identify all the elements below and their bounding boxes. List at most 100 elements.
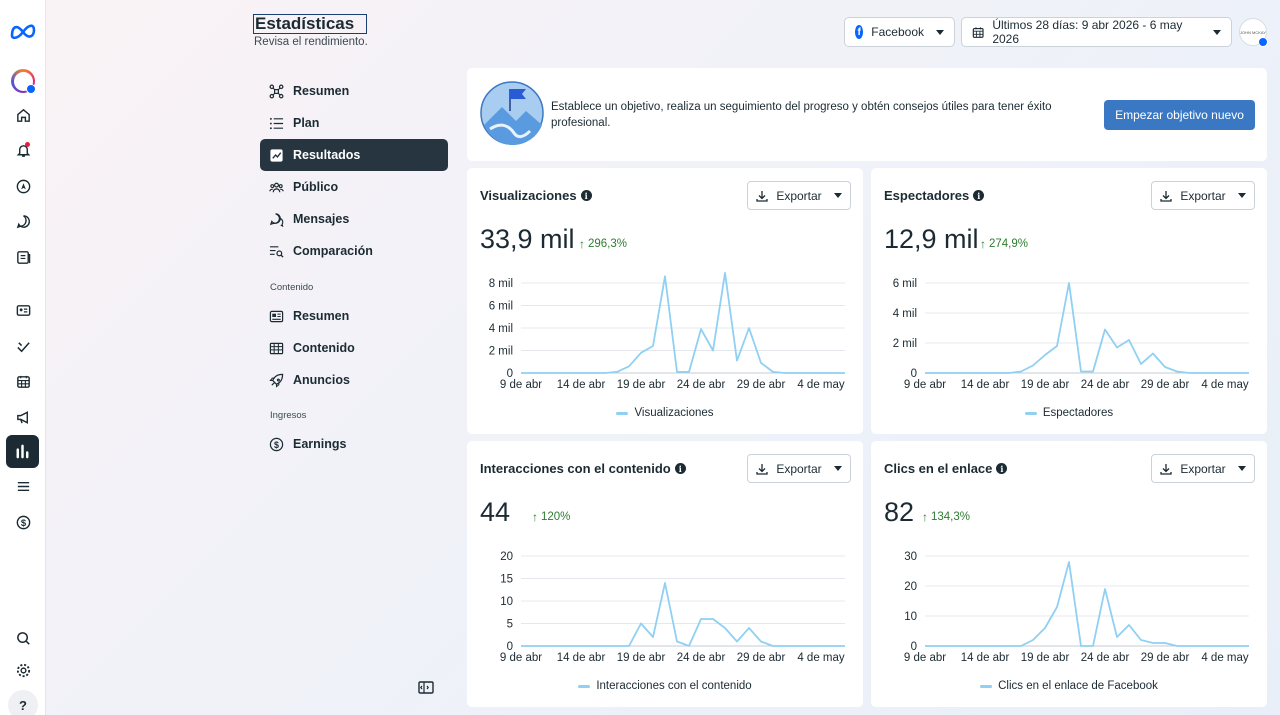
x-tick-label: 19 de abr [617,379,666,391]
bell-icon[interactable] [8,135,38,165]
subnav-item-contenido[interactable]: Contenido [260,332,448,364]
metric-title-text: Visualizaciones [480,188,577,203]
arrow-up-icon: ↑ [532,510,538,524]
series-line[interactable] [925,561,1249,647]
x-tick-label: 24 de abr [677,652,726,664]
chart-legend: Interacciones con el contenido [467,680,863,692]
y-tick-label: 30 [904,551,917,563]
svg-text:$: $ [274,439,279,449]
subnav-label: Resumen [293,309,350,323]
subnav-item-earnings[interactable]: $ Earnings [260,428,448,460]
pages-icon[interactable] [8,242,38,272]
subnav-item-resultados[interactable]: Resultados [260,139,448,171]
platform-selector[interactable]: f Facebook [844,17,955,47]
subnav-label: Comparación [293,244,373,258]
insights-icon[interactable] [6,435,39,468]
metric-value: 33,9 mil [480,224,575,254]
x-tick-label: 9 de abr [500,379,542,391]
info-icon[interactable]: i [973,190,985,201]
download-icon [756,463,768,475]
contacts-icon[interactable] [8,295,38,325]
y-tick-label: 20 [500,551,513,563]
calendar-icon[interactable] [8,366,38,396]
series-line[interactable] [925,282,1249,374]
subnav-item-anuncios[interactable]: Anuncios [260,364,448,396]
x-tick-label: 29 de abr [1141,379,1190,391]
planner-icon[interactable] [8,331,38,361]
subnav-item-contenido-resumen[interactable]: Resumen [260,300,448,332]
export-button[interactable]: Exportar [747,181,851,210]
line-chart: 02 mil4 mil6 mil8 mil9 de abr 14 de abr 19… [489,272,845,391]
x-tick-label: 19 de abr [617,652,666,664]
page-title: Estadísticas [253,14,367,34]
calendar-icon [972,26,984,38]
subnav-item-mensajes[interactable]: Mensajes [260,203,448,235]
collapse-sidebar-icon[interactable] [418,681,434,694]
profile-icon[interactable] [11,69,36,94]
y-tick-label: 10 [904,611,917,623]
subnav-item-resumen[interactable]: Resumen [260,75,448,107]
chevron-down-icon [833,193,842,198]
export-button[interactable]: Exportar [1151,181,1255,210]
export-button[interactable]: Exportar [1151,454,1255,483]
y-tick-label: 5 [507,619,513,631]
info-icon[interactable]: i [580,190,592,201]
series-line[interactable] [521,582,845,647]
chat-icon[interactable] [8,206,38,236]
legend-label: Espectadores [1042,407,1114,419]
legend-label: Clics en el enlace de Facebook [998,680,1158,692]
facebook-badge-icon [1258,37,1268,47]
people-icon [269,182,284,192]
line-chart: 051015209 de abr 14 de abr 19 de abr 24 de … [500,551,845,664]
legend-swatch [980,684,993,688]
subnav-item-comparacion[interactable]: Comparación [260,235,448,267]
y-tick-label: 20 [904,581,917,593]
chart-legend: Espectadores [871,407,1267,419]
search-icon[interactable] [8,623,38,653]
metric-title: Espectadores i [884,188,985,203]
trend-icon [270,148,283,162]
subnav-item-plan[interactable]: Plan [260,107,448,139]
info-icon[interactable]: i [674,463,686,474]
metric-change-value: 274,9% [989,238,1029,250]
metric-card-views: Visualizaciones i Exportar 33,9 mil ↑ 29… [467,168,863,434]
subnav-item-publico[interactable]: Público [260,171,448,203]
subnav-label: Resultados [293,148,361,162]
home-icon[interactable] [8,100,38,130]
x-tick-label: 14 de abr [961,652,1010,664]
export-button[interactable]: Exportar [747,454,851,483]
info-icon[interactable]: i [996,463,1008,474]
subnav-label: Anuncios [293,373,350,387]
news-icon [269,310,284,322]
metric-title-text: Espectadores [884,188,970,203]
start-goal-button[interactable]: Empezar objetivo nuevo [1104,100,1255,130]
download-icon [756,190,768,202]
download-icon [1160,190,1172,202]
menu-icon[interactable] [8,471,38,501]
avatar[interactable]: JOHN MCKAY [1239,18,1268,47]
x-tick-label: 29 de abr [737,379,786,391]
metric-value: 44 [480,497,511,527]
help-icon[interactable]: ? [8,690,38,715]
date-range-selector[interactable]: Últimos 28 días: 9 abr 2026 - 6 may 2026 [961,17,1232,47]
metric-title: Interacciones con el contenido i [480,461,686,476]
facebook-icon: f [855,25,864,39]
metric-change: ↑ 274,9% [980,237,1028,251]
x-tick-label: 4 de may [1201,379,1249,391]
gear-icon[interactable] [8,655,38,685]
x-tick-label: 9 de abr [904,652,946,664]
subnav-label: Mensajes [293,212,350,226]
megaphone-icon[interactable] [8,402,38,432]
metric-card-interactions: Interacciones con el contenido i Exporta… [467,441,863,707]
compass-icon[interactable] [8,171,38,201]
meta-logo-icon[interactable] [9,22,37,40]
metric-change-value: 134,3% [931,511,971,523]
series-line[interactable] [521,272,845,374]
dollar-icon[interactable]: $ [8,507,38,537]
chevron-down-icon [833,466,842,471]
platform-label: Facebook [871,25,924,39]
metric-value: 12,9 mil [884,224,979,254]
chevron-down-icon [1237,466,1246,471]
section-label-contenido: Contenido [270,282,314,293]
x-tick-label: 14 de abr [961,379,1010,391]
